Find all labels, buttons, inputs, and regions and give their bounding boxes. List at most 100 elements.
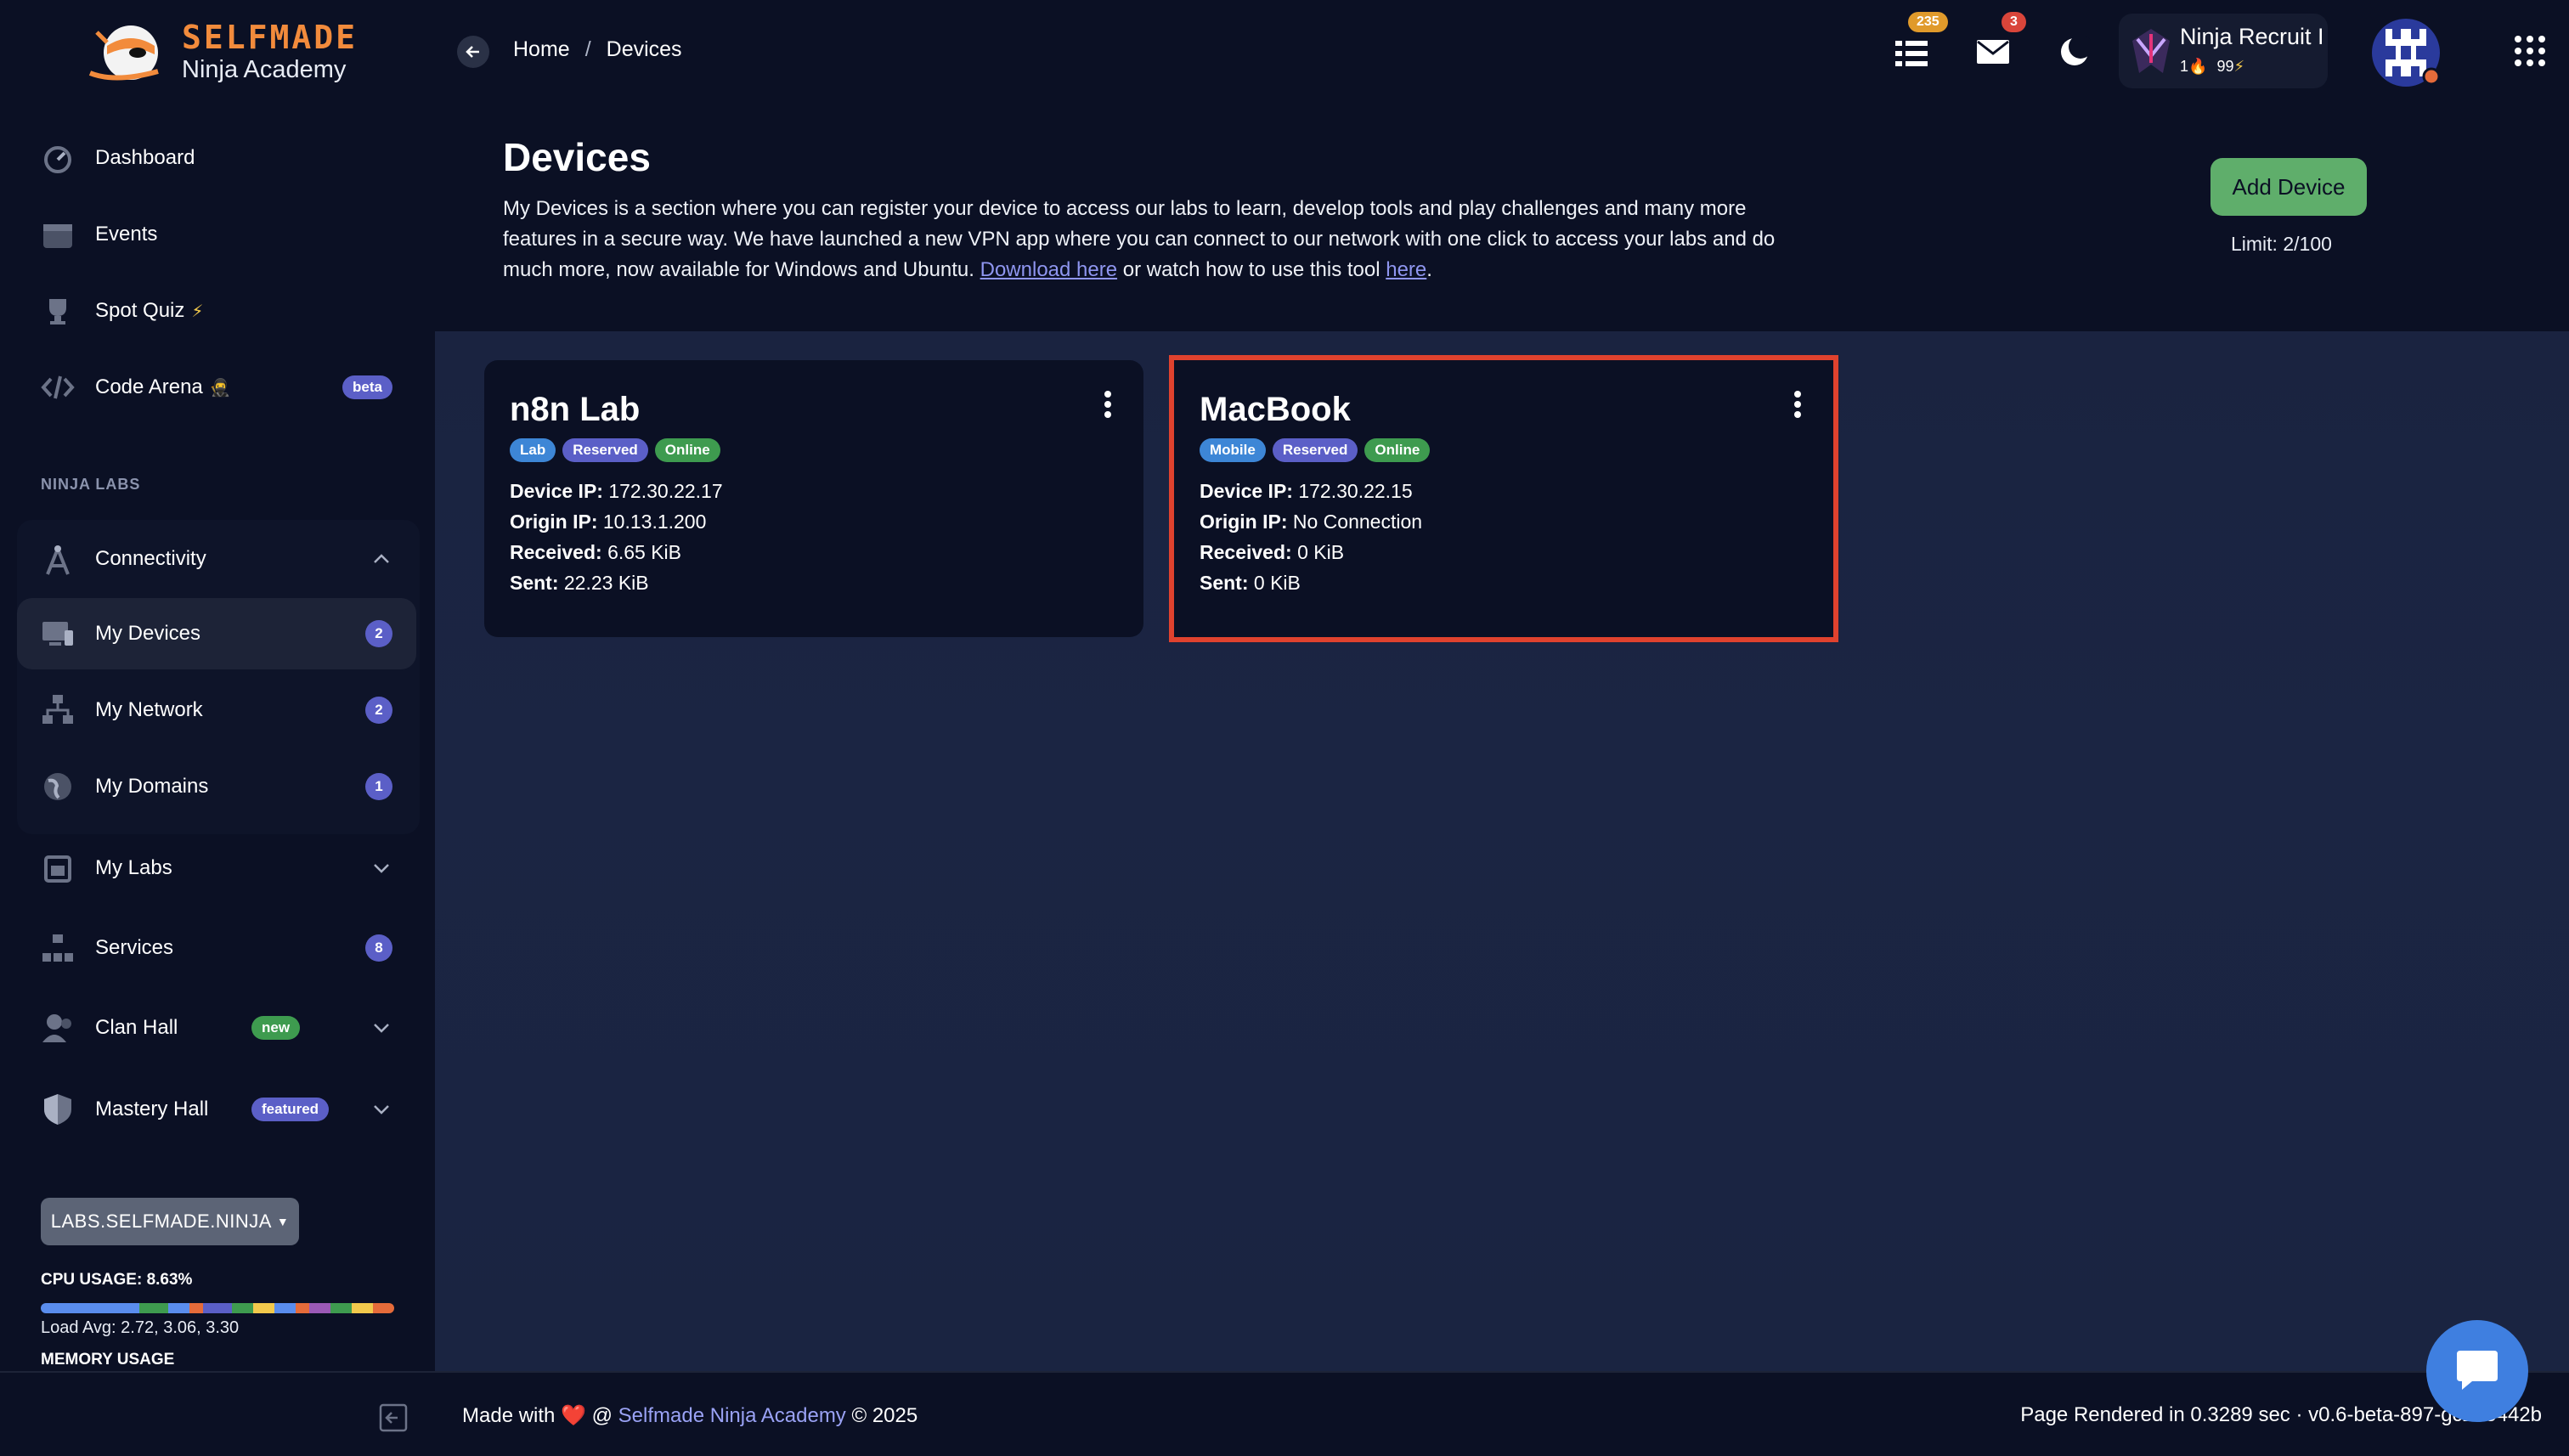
device-card-selected[interactable]: MacBook Mobile Reserved Online Device IP…: [1169, 355, 1838, 642]
cpu-usage-label: CPU USAGE: 8.63%: [41, 1271, 193, 1289]
breadcrumb-home[interactable]: Home: [513, 37, 570, 62]
bolt-icon: ⚡: [2233, 58, 2245, 75]
sidebar-item-my-devices[interactable]: My Devices 2: [17, 598, 416, 669]
shield-icon: [39, 1091, 76, 1128]
theme-toggle-button[interactable]: [2051, 31, 2098, 73]
device-tags: Mobile Reserved Online: [1200, 438, 1431, 462]
tag-mobile: Mobile: [1200, 438, 1266, 462]
tag-online: Online: [1364, 438, 1431, 462]
flask-icon: [39, 849, 76, 887]
received-label: Received:: [1200, 541, 1292, 563]
messages-button[interactable]: 3: [1969, 12, 2026, 73]
chevron-up-icon[interactable]: [372, 550, 391, 568]
breadcrumb-separator: /: [584, 37, 591, 61]
made-with-text: Made with: [462, 1404, 556, 1427]
device-ip: 172.30.22.17: [608, 480, 723, 502]
org-link[interactable]: Selfmade Ninja Academy: [618, 1404, 846, 1427]
sidebar-item-services[interactable]: Services 8: [17, 912, 416, 984]
tag-online: Online: [654, 438, 720, 462]
device-tags: Lab Reserved Online: [510, 438, 720, 462]
page-title: Devices: [503, 135, 651, 179]
received-label: Received:: [510, 541, 602, 563]
at-sign: @: [591, 1404, 613, 1427]
add-device-button[interactable]: Add Device: [2210, 158, 2367, 216]
chevron-down-icon[interactable]: [372, 1019, 391, 1037]
sidebar-item-label: My Domains: [95, 775, 209, 798]
received-value: 6.65 KiB: [607, 541, 682, 563]
origin-ip: No Connection: [1292, 511, 1423, 533]
user-stats: 1🔥 99⚡: [2180, 58, 2244, 76]
sidebar-item-label: Connectivity: [95, 547, 206, 570]
gauge-icon: [39, 139, 76, 177]
lab-server-label: LABS.SELFMADE.NINJA: [50, 1211, 272, 1232]
device-ip-label: Device IP:: [510, 480, 603, 502]
users-icon: [39, 1009, 76, 1047]
points-count: 99: [2216, 58, 2234, 75]
chat-button[interactable]: [2426, 1320, 2528, 1422]
sent-label: Sent:: [1200, 572, 1249, 594]
sent-value: 22.23 KiB: [563, 572, 649, 594]
count-badge: 1: [365, 773, 392, 800]
brand-subtitle: Ninja Academy: [182, 56, 347, 83]
sidebar-item-spot-quiz[interactable]: Spot Quiz ⚡: [17, 275, 416, 347]
device-ip-label: Device IP:: [1200, 480, 1293, 502]
description-end: .: [1426, 258, 1432, 281]
device-limit: Limit: 2/100: [2231, 233, 2332, 255]
trophy-icon: [39, 292, 76, 330]
cpu-usage-bar: [41, 1303, 394, 1313]
collapse-sidebar-icon[interactable]: [379, 1403, 408, 1432]
brand-logo[interactable]: SELFMADE Ninja Academy: [82, 19, 370, 88]
sidebar: SELFMADE Ninja Academy Dashboard Events …: [0, 0, 435, 1371]
sidebar-item-my-labs[interactable]: My Labs: [17, 832, 416, 904]
device-card[interactable]: n8n Lab Lab Reserved Online Device IP: 1…: [484, 360, 1143, 637]
download-link[interactable]: Download here: [980, 258, 1117, 281]
chevron-down-icon[interactable]: [372, 859, 391, 878]
sidebar-item-label: My Labs: [95, 856, 172, 879]
devices-main: n8n Lab Lab Reserved Online Device IP: 1…: [435, 331, 2569, 1371]
featured-tag: featured: [251, 1098, 330, 1121]
device-name: MacBook: [1200, 391, 1351, 428]
notifications-button[interactable]: 235: [1888, 12, 1948, 73]
sidebar-item-connectivity[interactable]: Connectivity: [17, 523, 416, 595]
memory-usage-label: MEMORY USAGE: [41, 1351, 175, 1369]
origin-ip-label: Origin IP:: [1200, 511, 1288, 533]
sidebar-item-label: Code Arena: [95, 375, 203, 398]
caret-down-icon: ▼: [276, 1215, 290, 1228]
sidebar-item-label: My Network: [95, 698, 203, 721]
count-badge: 2: [365, 697, 392, 724]
sidebar-item-events[interactable]: Events: [17, 199, 416, 270]
fire-icon: 🔥: [2188, 58, 2208, 75]
heart-icon: ❤️: [561, 1404, 586, 1427]
globe-icon: [39, 768, 76, 805]
sidebar-item-label: Dashboard: [95, 146, 195, 169]
network-icon: [39, 691, 76, 729]
calendar-icon: [39, 216, 76, 253]
sidebar-item-mastery-hall[interactable]: Mastery Hall featured: [17, 1074, 416, 1145]
sidebar-item-label: Clan Hall: [95, 1016, 178, 1039]
copyright: © 2025: [851, 1404, 918, 1427]
tutorial-link[interactable]: here: [1386, 258, 1426, 281]
lab-server-select[interactable]: LABS.SELFMADE.NINJA ▼: [41, 1198, 299, 1245]
sidebar-item-my-network[interactable]: My Network 2: [17, 674, 416, 746]
avatar[interactable]: [2370, 17, 2442, 88]
sidebar-item-clan-hall[interactable]: Clan Hall new: [17, 992, 416, 1064]
user-profile-card[interactable]: Ninja Recruit I 1🔥 99⚡: [2119, 14, 2328, 88]
streak-count: 1: [2180, 58, 2189, 75]
antenna-icon: [39, 540, 76, 578]
footer-credits: Made with ❤️ @ Selfmade Ninja Academy © …: [462, 1403, 918, 1428]
back-button[interactable]: [457, 36, 489, 68]
apps-grid-icon[interactable]: [2513, 34, 2547, 68]
sidebar-item-code-arena[interactable]: Code Arena 🥷 beta: [17, 352, 416, 423]
origin-ip-label: Origin IP:: [510, 511, 598, 533]
sidebar-item-dashboard[interactable]: Dashboard: [17, 122, 416, 194]
sidebar-item-my-domains[interactable]: My Domains 1: [17, 751, 416, 822]
more-options-icon[interactable]: [1103, 389, 1113, 420]
more-options-icon[interactable]: [1793, 389, 1803, 420]
sitemap-icon: [39, 929, 76, 967]
notifications-count-badge: 235: [1908, 12, 1948, 32]
chevron-down-icon[interactable]: [372, 1100, 391, 1119]
list-icon: [1895, 41, 1928, 66]
moon-icon: [2061, 36, 2091, 65]
ninja-emoji-icon: 🥷: [209, 378, 231, 398]
monitor-icon: [39, 615, 76, 652]
